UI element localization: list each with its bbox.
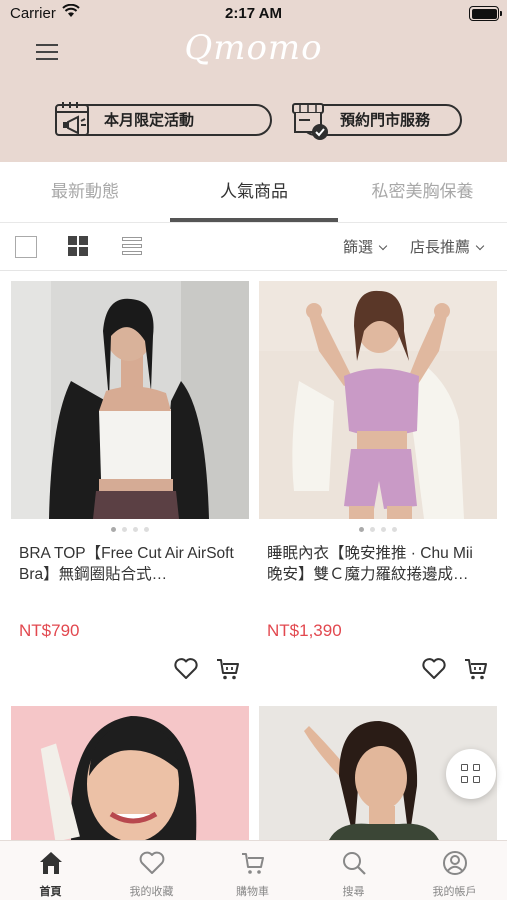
product-card[interactable] <box>11 706 249 840</box>
page-dot <box>111 527 116 532</box>
list-row <box>122 244 142 248</box>
calendar-megaphone-icon <box>55 102 89 136</box>
page-dot <box>359 527 364 532</box>
nav-account[interactable]: 我的帳戶 <box>404 841 505 900</box>
product-image[interactable] <box>11 281 249 519</box>
brand-logo: Qmomo <box>184 28 323 68</box>
search-icon <box>343 852 366 875</box>
list-view-icon[interactable] <box>122 236 144 258</box>
nav-search-label: 搜尋 <box>342 885 365 898</box>
bottom-nav: 首頁 我的收藏 購物車 搜尋 我的帳戶 <box>0 840 507 900</box>
product-price: NT$790 <box>19 621 80 640</box>
grid-view-icon[interactable] <box>68 236 90 258</box>
nav-account-label: 我的帳戶 <box>432 885 477 898</box>
product-image[interactable] <box>259 281 497 519</box>
category-tabs: 最新動態 人氣商品 私密美胸保養 <box>0 162 507 222</box>
list-row <box>122 237 142 241</box>
cart-icon <box>242 853 264 874</box>
product-name: 睡眠內衣【晚安推推 · Chu Mii 晚安】雙Ｃ魔力羅紋捲邊成… <box>267 545 473 583</box>
chevron-down-icon <box>378 241 388 251</box>
nav-cart[interactable]: 購物車 <box>202 841 303 900</box>
filter-dropdown[interactable]: 篩選 <box>343 236 388 257</box>
grid-cell <box>461 764 468 771</box>
page-dot <box>122 527 127 532</box>
image-pagination <box>11 527 249 532</box>
nav-home-label: 首頁 <box>39 885 62 898</box>
grid-cell <box>473 776 480 783</box>
product-toolbar: 篩選 店長推薦 <box>0 223 507 271</box>
tab-popular-products[interactable]: 人氣商品 <box>170 162 338 222</box>
page-dot <box>144 527 149 532</box>
filter-label: 篩選 <box>343 238 374 256</box>
status-bar: Carrier 2:17 AM <box>0 0 507 28</box>
grid-cell <box>79 247 88 256</box>
grid-cell <box>473 764 480 771</box>
page-dot <box>370 527 375 532</box>
image-pagination <box>259 527 497 532</box>
cart-icon[interactable] <box>215 657 241 681</box>
list-row <box>122 251 142 255</box>
nav-home[interactable]: 首頁 <box>0 841 101 900</box>
grid-cell <box>461 776 468 783</box>
tab-latest-news[interactable]: 最新動態 <box>0 162 170 222</box>
heart-icon <box>139 851 165 874</box>
chevron-down-icon <box>475 241 485 251</box>
status-time: 2:17 AM <box>225 5 282 22</box>
app-header: Carrier 2:17 AM Qmomo 本月限定活動 預約門市服務 <box>0 0 507 162</box>
grid-cell <box>68 247 77 256</box>
product-name: BRA TOP【Free Cut Air AirSoft Bra】無鋼圈貼合式… <box>19 545 234 583</box>
product-price: NT$1,390 <box>267 621 342 640</box>
page-dot <box>392 527 397 532</box>
category-grid-button[interactable] <box>446 749 496 799</box>
grid-cell <box>79 236 88 245</box>
nav-cart-label: 購物車 <box>236 885 269 898</box>
nav-favorites-label: 我的收藏 <box>129 885 174 898</box>
account-icon <box>443 851 467 875</box>
nav-search[interactable]: 搜尋 <box>303 841 404 900</box>
heart-icon[interactable] <box>173 657 199 681</box>
page-dot <box>133 527 138 532</box>
tab-breast-care[interactable]: 私密美胸保養 <box>338 162 507 222</box>
heart-icon[interactable] <box>421 657 447 681</box>
store-check-icon <box>292 103 328 140</box>
page-dot <box>381 527 386 532</box>
nav-favorites[interactable]: 我的收藏 <box>101 841 202 900</box>
single-view-icon[interactable] <box>15 236 37 258</box>
home-icon <box>40 852 62 874</box>
battery-icon <box>469 6 502 21</box>
grid-cell <box>68 236 77 245</box>
sort-dropdown[interactable]: 店長推薦 <box>410 236 485 257</box>
sort-label: 店長推薦 <box>410 238 471 256</box>
product-image[interactable] <box>11 706 249 840</box>
cart-icon[interactable] <box>463 657 489 681</box>
